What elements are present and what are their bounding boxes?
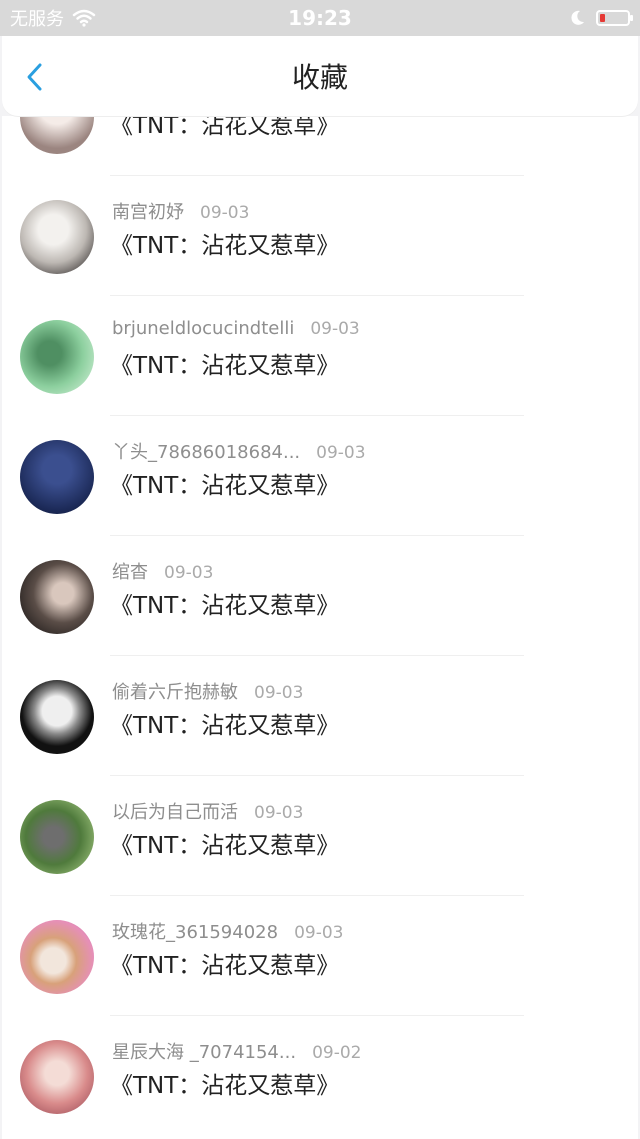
avatar (20, 1040, 94, 1114)
list-item[interactable]: 星辰大海 _7074154... 09-02 《TNT：沾花又惹草》 (2, 1016, 638, 1136)
status-right (568, 9, 633, 27)
moon-icon (571, 10, 584, 25)
item-date: 09-03 (164, 563, 214, 583)
item-date: 09-02 (312, 1043, 362, 1063)
item-author: 偷着六斤抱赫敏 (112, 682, 238, 703)
list-item[interactable]: 以后为自己而活 09-03 《TNT：沾花又惹草》 (2, 776, 638, 896)
chevron-left-icon (27, 63, 42, 91)
item-meta: 丫头_78686018684... 09-03 (112, 438, 366, 464)
item-date: 09-03 (254, 683, 304, 703)
item-meta: 南宫初妤 09-03 (112, 198, 249, 224)
avatar (20, 680, 94, 754)
item-meta: 以后为自己而活 09-03 (112, 798, 303, 824)
favorites-list: 《TNT：沾花又惹草》 南宫初妤 09-03 《TNT：沾花又惹草》 brjune… (2, 116, 638, 1139)
item-meta: 偷着六斤抱赫敏 09-03 (112, 678, 303, 704)
avatar (20, 920, 94, 994)
back-button[interactable] (22, 62, 52, 92)
item-date: 09-03 (254, 803, 304, 823)
avatar (20, 116, 94, 154)
item-meta: 星辰大海 _7074154... 09-02 (112, 1038, 361, 1064)
item-meta: brjuneldlocucindtelli 09-03 (112, 318, 360, 339)
item-meta: 绾杳 09-03 (112, 558, 213, 584)
nav-bar: 收藏 (2, 36, 638, 116)
list-item[interactable]: 偷着六斤抱赫敏 09-03 《TNT：沾花又惹草》 (2, 656, 638, 776)
status-left: 无服务 (10, 5, 96, 31)
item-date: 09-03 (316, 443, 366, 463)
item-title: 《TNT：沾花又惹草》 (110, 713, 340, 739)
item-title: 《TNT：沾花又惹草》 (110, 1073, 340, 1099)
list-item[interactable]: 丫头_78686018684... 09-03 《TNT：沾花又惹草》 (2, 416, 638, 536)
item-author: 绾杳 (112, 562, 148, 583)
item-author: 丫头_78686018684... (112, 442, 301, 463)
item-title: 《TNT：沾花又惹草》 (110, 833, 340, 859)
item-title: 《TNT：沾花又惹草》 (110, 233, 340, 259)
item-title: 《TNT：沾花又惹草》 (110, 116, 340, 139)
list-item[interactable]: 《TNT：沾花又惹草》 (2, 116, 638, 176)
list-item[interactable]: 南宫初妤 09-03 《TNT：沾花又惹草》 (2, 176, 638, 296)
item-author: 以后为自己而活 (112, 802, 238, 823)
item-title: 《TNT：沾花又惹草》 (110, 953, 340, 979)
battery-icon (596, 10, 633, 26)
avatar (20, 800, 94, 874)
avatar (20, 200, 94, 274)
status-time: 19:23 (288, 6, 352, 30)
item-date: 09-03 (200, 203, 250, 223)
battery-level (600, 14, 605, 22)
list-item[interactable]: brjuneldlocucindtelli 09-03 《TNT：沾花又惹草》 (2, 296, 638, 416)
item-meta: 玫瑰花_361594028 09-03 (112, 918, 343, 944)
item-author: brjuneldlocucindtelli (112, 318, 295, 339)
page-title: 收藏 (291, 61, 348, 94)
item-author: 星辰大海 _7074154... (112, 1042, 297, 1063)
item-author: 南宫初妤 (112, 202, 184, 223)
item-title: 《TNT：沾花又惹草》 (110, 473, 340, 499)
avatar (20, 440, 94, 514)
avatar (20, 560, 94, 634)
carrier-label: 无服务 (10, 9, 64, 30)
item-author: 玫瑰花_361594028 (112, 922, 279, 943)
item-title: 《TNT：沾花又惹草》 (110, 593, 340, 619)
avatar (20, 320, 94, 394)
item-date: 09-03 (310, 319, 360, 339)
list-item[interactable]: 绾杳 09-03 《TNT：沾花又惹草》 (2, 536, 638, 656)
list-item[interactable]: 玫瑰花_361594028 09-03 《TNT：沾花又惹草》 (2, 896, 638, 1016)
item-date: 09-03 (294, 923, 344, 943)
wifi-icon (72, 9, 96, 27)
item-title: 《TNT：沾花又惹草》 (110, 353, 340, 379)
status-bar: 无服务 19:23 (0, 0, 640, 36)
